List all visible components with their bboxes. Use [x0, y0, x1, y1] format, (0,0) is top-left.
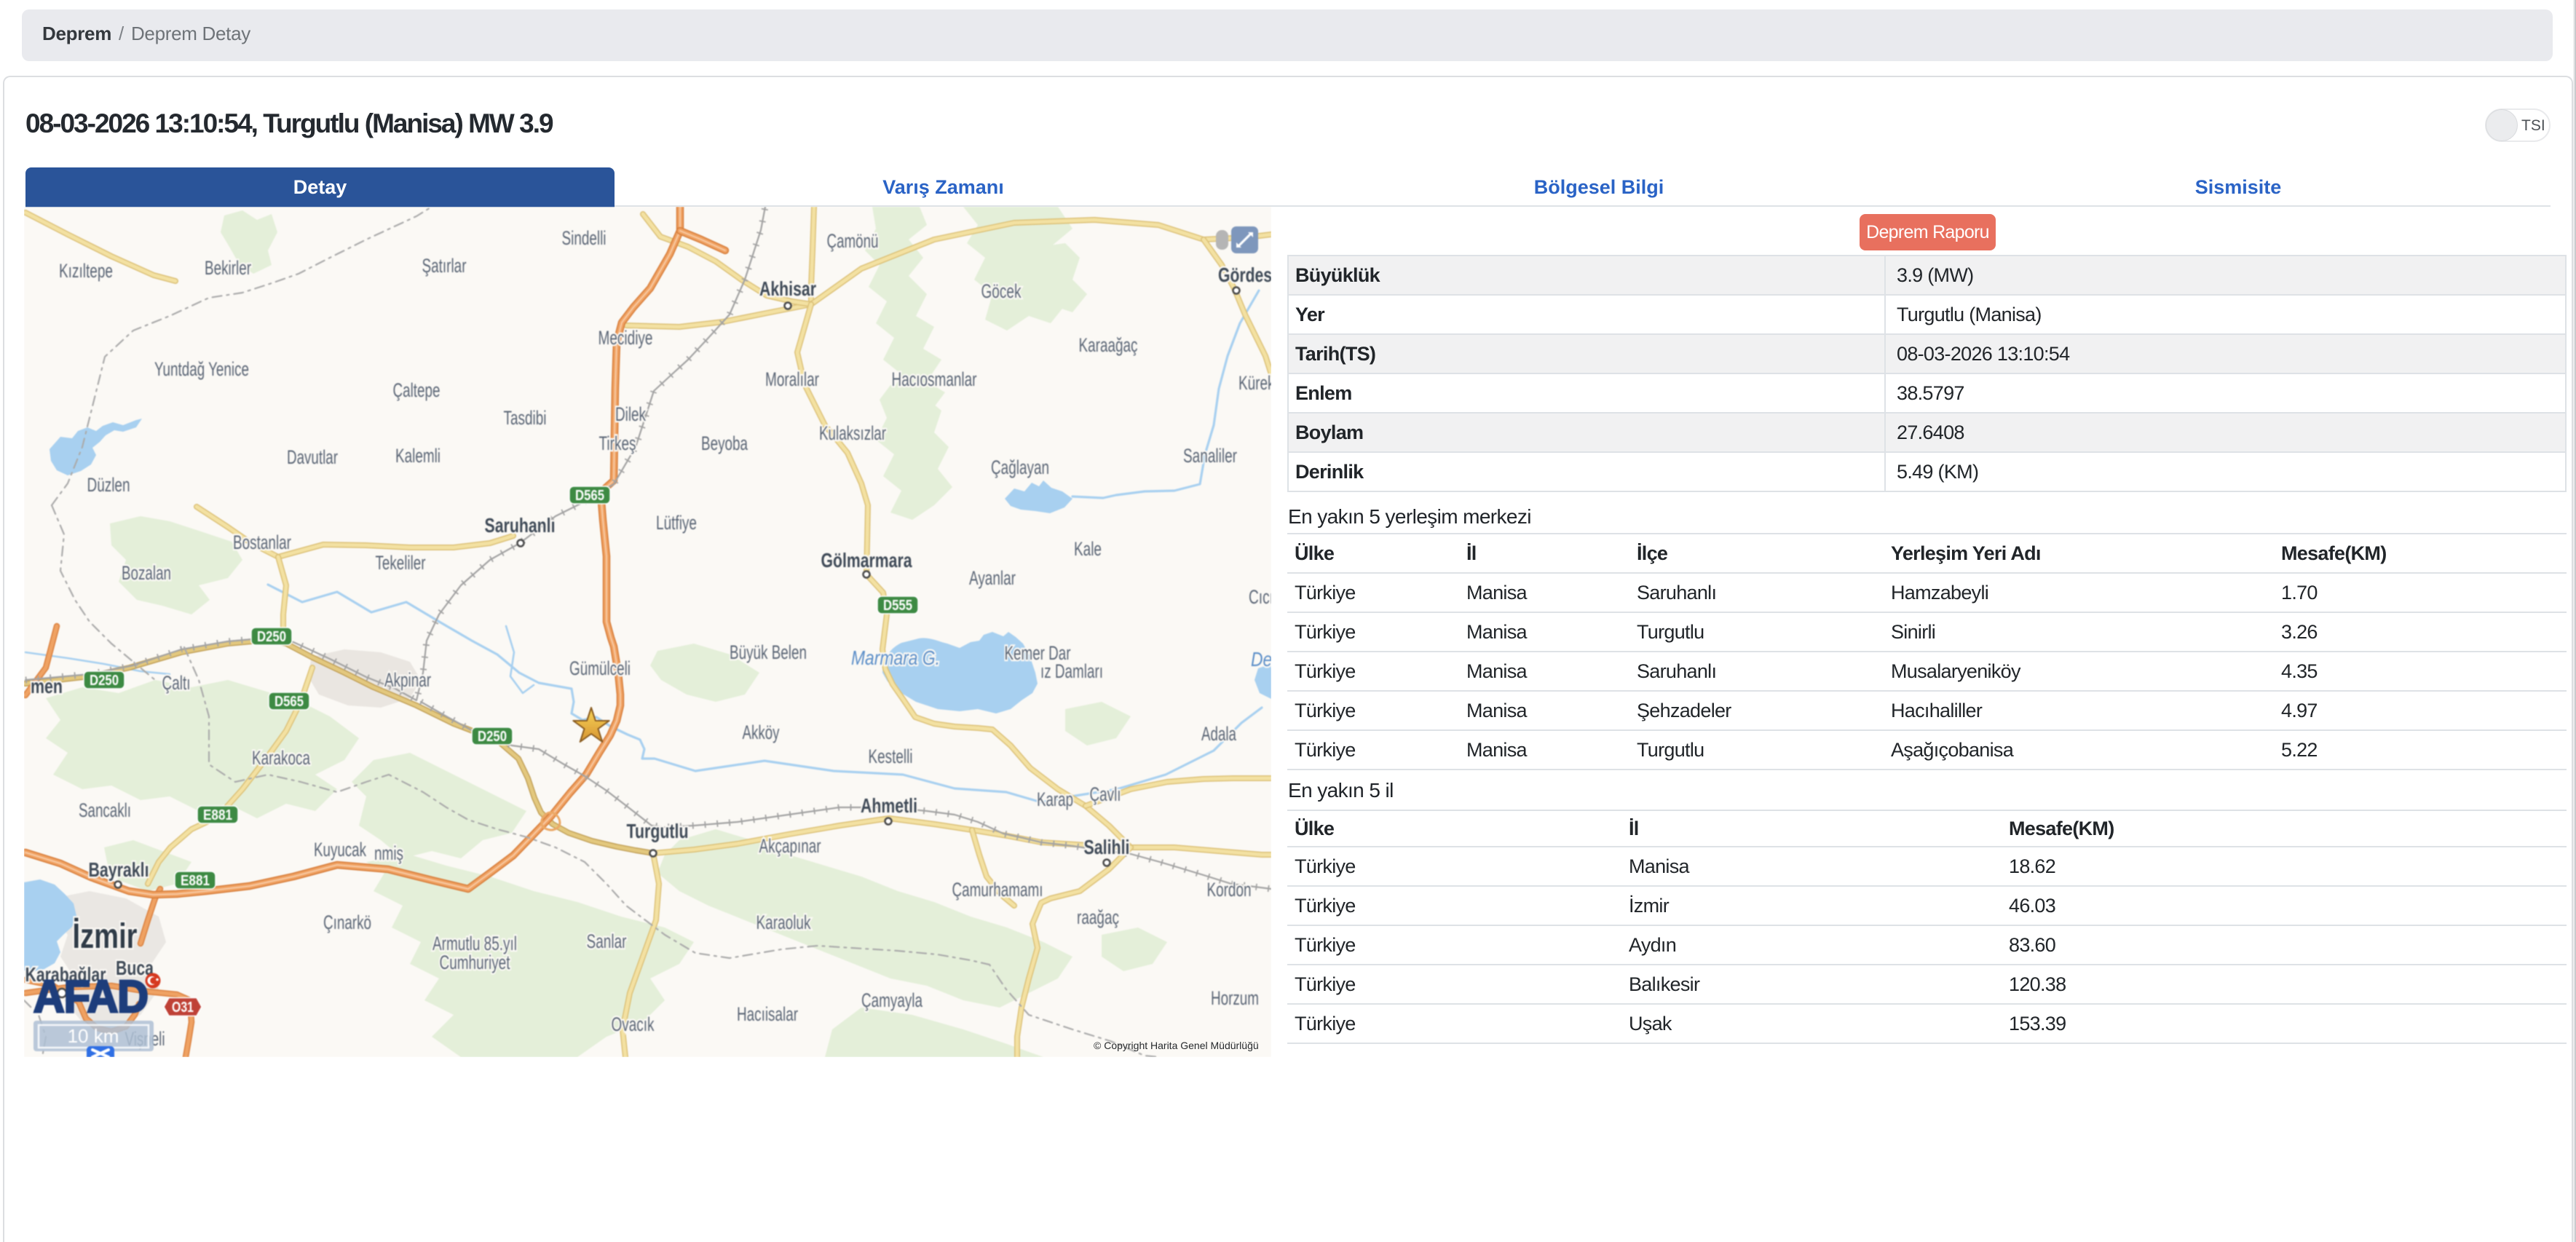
svg-text:Şatırlar: Şatırlar — [422, 255, 467, 277]
svg-text:AFAD: AFAD — [33, 972, 148, 1022]
svg-text:Saruhanlı: Saruhanlı — [485, 514, 556, 537]
svg-text:Yuntdağ Yenice: Yuntdağ Yenice — [154, 358, 249, 380]
svg-text:Dilek: Dilek — [615, 403, 646, 425]
svg-text:İzmir: İzmir — [73, 917, 138, 956]
svg-text:Akhisar: Akhisar — [759, 277, 816, 300]
svg-text:Bekirler: Bekirler — [205, 257, 251, 279]
svg-text:10 km: 10 km — [68, 1025, 119, 1047]
svg-text:Ovacık: Ovacık — [612, 1013, 655, 1035]
svg-text:ız Damları: ız Damları — [1040, 660, 1103, 682]
svg-text:Horzum: Horzum — [1211, 987, 1259, 1009]
svg-text:Göcek: Göcek — [981, 280, 1022, 302]
svg-text:E881: E881 — [203, 807, 232, 823]
svg-text:Çınarkö: Çınarkö — [323, 911, 371, 933]
svg-text:Davutlar: Davutlar — [287, 446, 338, 468]
svg-text:Bayraklı: Bayraklı — [89, 858, 149, 881]
svg-text:Salihli: Salihli — [1084, 836, 1130, 858]
svg-text:men: men — [31, 675, 63, 697]
svg-text:Akpinar: Akpinar — [384, 669, 431, 691]
svg-text:Hacıosmanlar: Hacıosmanlar — [892, 368, 977, 390]
svg-text:Beyoba: Beyoba — [701, 432, 748, 454]
svg-text:Akköy: Akköy — [743, 721, 780, 743]
svg-text:Ahmetli: Ahmetli — [861, 794, 917, 817]
svg-text:Sancaklı: Sancaklı — [79, 799, 131, 821]
svg-text:Tekeliler: Tekeliler — [376, 552, 426, 574]
svg-text:Cumhuriyet: Cumhuriyet — [440, 952, 510, 973]
svg-text:D565: D565 — [274, 694, 304, 710]
svg-text:Kuyucak: Kuyucak — [314, 839, 366, 861]
svg-text:Çamurhamamı: Çamurhamamı — [952, 879, 1043, 901]
svg-text:D250: D250 — [257, 629, 286, 645]
svg-text:Kale: Kale — [1074, 538, 1102, 560]
svg-text:Mecidiye: Mecidiye — [598, 327, 653, 349]
svg-text:Lütfiye: Lütfiye — [656, 512, 697, 534]
svg-text:Akçapınar: Akçapınar — [759, 835, 821, 857]
svg-text:O31: O31 — [172, 1000, 194, 1016]
svg-text:Marmara G.: Marmara G. — [851, 646, 940, 669]
svg-text:Düzlen: Düzlen — [87, 474, 130, 496]
svg-text:Büyük Belen: Büyük Belen — [730, 641, 807, 663]
svg-text:Karaağaç: Karaağaç — [1079, 334, 1138, 356]
svg-text:Cıcı: Cıcı — [1249, 586, 1271, 608]
svg-text:Bostanlar: Bostanlar — [233, 531, 291, 553]
svg-text:Adala: Adala — [1201, 723, 1237, 745]
svg-text:Sindelli: Sindelli — [562, 227, 607, 249]
svg-text:Turgutlu: Turgutlu — [627, 820, 689, 842]
svg-text:Hacıisalar: Hacıisalar — [737, 1003, 798, 1025]
svg-text:Kalemli: Kalemli — [395, 445, 440, 467]
svg-text:D565: D565 — [575, 488, 604, 504]
svg-text:Tasdibi: Tasdibi — [504, 407, 547, 429]
svg-text:Moralılar: Moralılar — [765, 368, 819, 390]
svg-text:Gümülceli: Gümülceli — [569, 657, 631, 679]
svg-text:Kulaksızlar: Kulaksızlar — [819, 422, 886, 444]
svg-text:D250: D250 — [478, 729, 507, 745]
svg-text:Sanlar: Sanlar — [587, 930, 627, 952]
svg-text:raağaç: raağaç — [1077, 906, 1119, 928]
svg-text:D250: D250 — [90, 673, 119, 689]
svg-text:D555: D555 — [883, 598, 912, 614]
svg-text:Çaltı: Çaltı — [162, 672, 191, 694]
svg-text:Karakoca: Karakoca — [252, 747, 311, 769]
svg-text:Tirkeş: Tirkeş — [599, 432, 636, 454]
svg-text:Kızıltepe: Kızıltepe — [59, 260, 113, 282]
svg-text:Karaoluk: Karaoluk — [756, 911, 811, 933]
svg-text:Kürekç: Kürekç — [1238, 372, 1271, 394]
svg-text:Çamönü: Çamönü — [827, 230, 879, 252]
svg-text:Gölmarmara: Gölmarmara — [821, 549, 912, 571]
svg-text:Çamyayla: Çamyayla — [861, 989, 923, 1011]
svg-text:Çağlayan: Çağlayan — [991, 456, 1049, 478]
svg-text:Kestelli: Kestelli — [869, 745, 913, 767]
svg-text:Sanaliler: Sanaliler — [1183, 445, 1237, 467]
svg-text:Bozalan: Bozalan — [122, 562, 171, 584]
svg-text:Çaltepe: Çaltepe — [393, 379, 440, 401]
svg-text:Gördes: Gördes — [1218, 264, 1271, 286]
svg-text:Karap: Karap — [1037, 788, 1073, 810]
svg-text:Kordon: Kordon — [1207, 879, 1252, 901]
svg-text:E881: E881 — [181, 873, 210, 889]
svg-text:Demin: Demin — [1251, 648, 1271, 671]
svg-text:nmiş: nmiş — [374, 842, 403, 864]
svg-text:Çavlı: Çavlı — [1090, 783, 1121, 805]
svg-text:Ayanlar: Ayanlar — [969, 567, 1016, 589]
